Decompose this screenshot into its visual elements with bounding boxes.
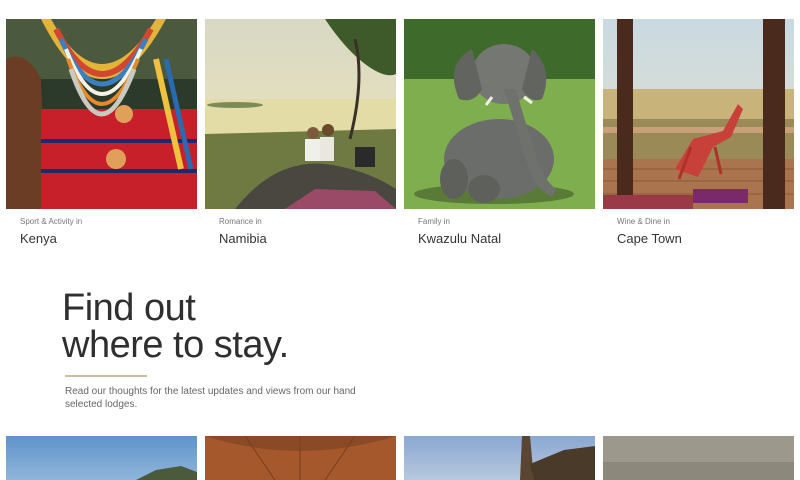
title-line-2: where to stay. [62, 324, 289, 366]
destination-category: Family in [418, 217, 451, 226]
destination-card-kenya[interactable]: Sport & Activity in Kenya [6, 19, 197, 249]
destination-category: Sport & Activity in [20, 217, 83, 226]
destination-place[interactable]: Kwazulu Natal [418, 231, 501, 246]
destination-category: Wine & Dine in [617, 217, 670, 226]
lodge-card-3[interactable] [404, 436, 595, 480]
lodge-card-4[interactable] [603, 436, 794, 480]
lodge-cards [6, 436, 794, 480]
lodge-card-2[interactable] [205, 436, 396, 480]
destination-place[interactable]: Cape Town [617, 231, 682, 246]
destination-card-namibia[interactable]: Romance in Namibia [205, 19, 396, 249]
destination-card-cape-town[interactable]: Wine & Dine in Cape Town [603, 19, 794, 249]
section-title: Find out where to stay. [62, 287, 482, 366]
kwazulu-natal-photo[interactable] [404, 19, 595, 209]
lodge-card-1[interactable] [6, 436, 197, 480]
destination-category: Romance in [219, 217, 262, 226]
accent-divider [65, 375, 147, 377]
section-description: Read our thoughts for the latest updates… [65, 386, 356, 410]
find-stay-section: Find out where to stay. Read our thought… [62, 287, 482, 411]
namibia-photo[interactable] [205, 19, 396, 209]
destination-card-kwazulu-natal[interactable]: Family in Kwazulu Natal [404, 19, 595, 249]
destination-place[interactable]: Kenya [20, 231, 57, 246]
destination-cards: Sport & Activity in Kenya Romance in Nam… [6, 19, 794, 249]
destination-place[interactable]: Namibia [219, 231, 267, 246]
kenya-photo[interactable] [6, 19, 197, 209]
title-line-1: Find out [62, 287, 196, 329]
cape-town-photo[interactable] [603, 19, 794, 209]
